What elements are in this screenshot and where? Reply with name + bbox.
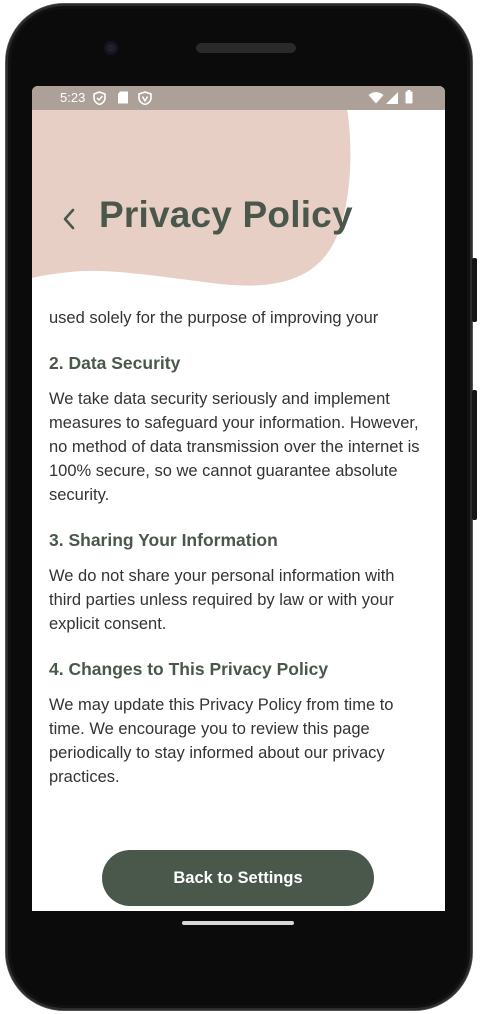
back-button[interactable]	[56, 204, 82, 234]
section-body-data-security: We take data security seriously and impl…	[49, 390, 420, 504]
volume-button	[472, 390, 477, 520]
navigation-bar	[32, 911, 445, 941]
status-bar: 5:23	[32, 86, 445, 110]
battery-icon	[405, 90, 413, 107]
chevron-left-icon	[63, 208, 75, 230]
shield-icon	[93, 91, 106, 108]
section-heading-sharing: 3. Sharing Your Information	[49, 530, 278, 550]
vpn-shield-icon	[138, 91, 152, 108]
section-body-sharing: We do not share your personal informatio…	[49, 567, 395, 633]
decorative-header-blob	[32, 86, 351, 286]
sd-card-icon	[117, 91, 129, 107]
intro-fragment: used solely for the purpose of improving…	[49, 309, 379, 327]
app-screen: 5:23 Privacy Policy used solely for the …	[32, 86, 445, 911]
section-body-changes: We may update this Privacy Policy from t…	[49, 696, 394, 786]
page-title: Privacy Policy	[99, 194, 353, 235]
wifi-icon	[368, 92, 384, 107]
home-indicator[interactable]	[182, 921, 294, 925]
section-heading-changes: 4. Changes to This Privacy Policy	[49, 659, 329, 679]
status-time: 5:23	[60, 90, 86, 105]
signal-icon	[386, 92, 398, 107]
policy-content: used solely for the purpose of improving…	[49, 306, 429, 789]
power-button	[472, 258, 477, 322]
back-to-settings-button[interactable]: Back to Settings	[102, 850, 374, 906]
section-heading-data-security: 2. Data Security	[49, 353, 181, 373]
earpiece-speaker	[196, 43, 296, 53]
front-camera	[104, 41, 118, 55]
